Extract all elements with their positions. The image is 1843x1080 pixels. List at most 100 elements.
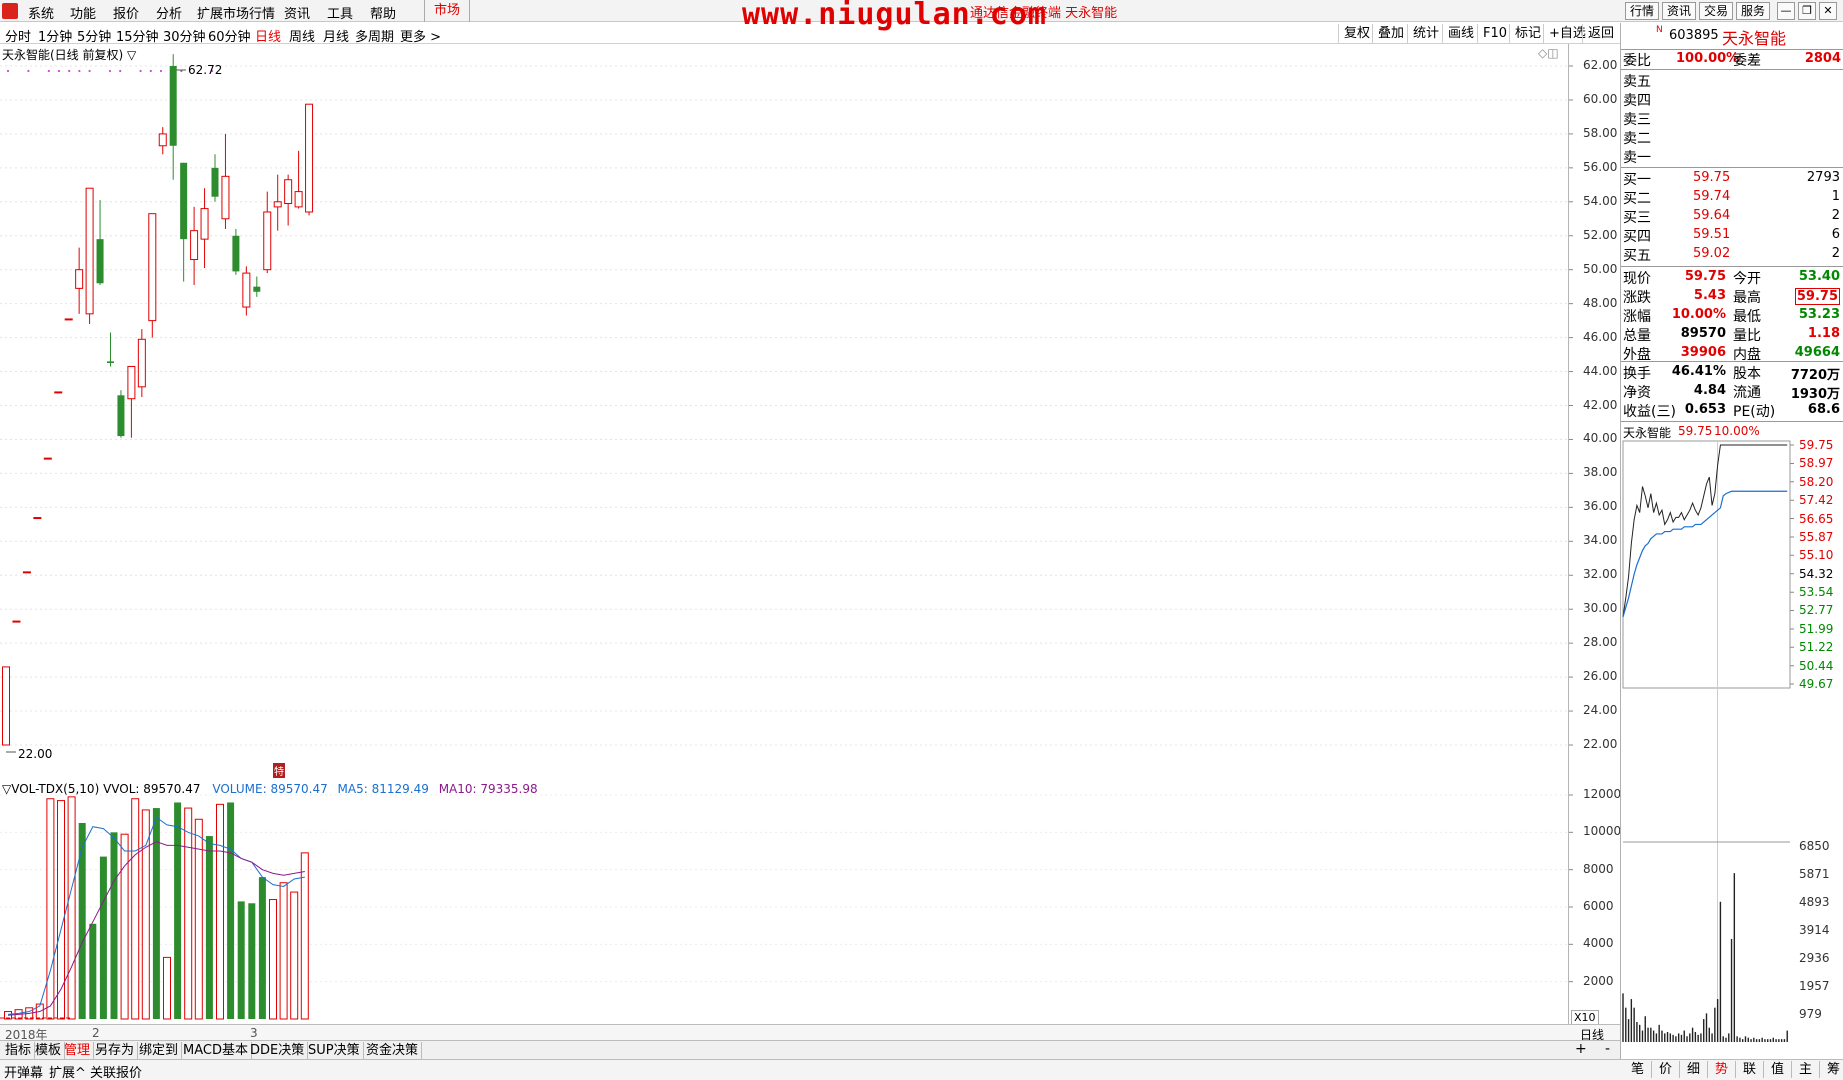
rtab-link[interactable]: 联 bbox=[1736, 1061, 1764, 1078]
candle-body bbox=[85, 187, 94, 315]
minimize-icon[interactable]: — bbox=[1777, 2, 1795, 20]
volume-bar bbox=[89, 923, 97, 1019]
bid-volume: 2793 bbox=[1806, 170, 1840, 185]
fund-value: 46.41% bbox=[1671, 364, 1726, 379]
price-axis-label: 60.00 bbox=[1583, 91, 1618, 106]
tab-capital[interactable]: 资金决策 bbox=[363, 1042, 423, 1059]
mini-change: 10.00% bbox=[1714, 424, 1760, 438]
candle-body bbox=[22, 571, 31, 574]
stat-label: 现价 bbox=[1623, 271, 1651, 287]
tab-sup[interactable]: SUP决策 bbox=[305, 1042, 364, 1059]
bid-price: 59.51 bbox=[1693, 227, 1731, 242]
rtab-main[interactable]: 主 bbox=[1792, 1061, 1820, 1078]
price-axis-label: 38.00 bbox=[1583, 465, 1618, 480]
ask-level-label: 卖五 bbox=[1623, 74, 1651, 90]
fund-label: 流通 bbox=[1733, 385, 1761, 401]
price-axis-label: 58.00 bbox=[1583, 125, 1618, 140]
mini-frame bbox=[1622, 440, 1791, 689]
volume-bar bbox=[131, 798, 140, 1020]
volume-bar bbox=[174, 802, 182, 1019]
mini-axis-label: 53.54 bbox=[1799, 585, 1834, 600]
ask-level-label: 卖四 bbox=[1623, 93, 1651, 109]
fund-value: 1930万 bbox=[1790, 387, 1840, 402]
rtab-value[interactable]: 值 bbox=[1764, 1061, 1792, 1078]
top-button-trade[interactable]: 交易 bbox=[1699, 2, 1734, 20]
volume-bar bbox=[46, 798, 55, 1020]
rtab-trend[interactable]: 势 bbox=[1708, 1061, 1736, 1078]
close-icon[interactable]: ✕ bbox=[1819, 2, 1837, 20]
stat-label: 最低 bbox=[1733, 309, 1761, 325]
mini-axis-label: 55.10 bbox=[1799, 548, 1834, 563]
marker-dot bbox=[47, 69, 50, 73]
tab-macd[interactable]: MACD基本 bbox=[180, 1042, 252, 1059]
rtab-detail[interactable]: 细 bbox=[1680, 1061, 1708, 1078]
rtab-price[interactable]: 价 bbox=[1652, 1061, 1680, 1078]
tab-indicator[interactable]: 指标 bbox=[2, 1042, 36, 1059]
weibi-label: 委比 bbox=[1623, 53, 1651, 69]
tab-manage[interactable]: 管理 bbox=[61, 1042, 95, 1059]
candle-body bbox=[211, 167, 219, 197]
marker-dot bbox=[139, 69, 142, 73]
mini-axis-label: 51.99 bbox=[1799, 621, 1834, 636]
volume-bar bbox=[120, 833, 129, 1020]
chart-canvas[interactable] bbox=[0, 0, 1620, 1024]
price-axis-label: 62.00 bbox=[1583, 58, 1618, 72]
stat-label: 今开 bbox=[1733, 271, 1761, 287]
remove-icon[interactable]: - bbox=[1605, 1041, 1610, 1057]
mini-vol-axis-label: 4893 bbox=[1799, 894, 1830, 909]
mini-vol-axis-label: 6850 bbox=[1799, 839, 1830, 853]
price-axis-label: 52.00 bbox=[1583, 227, 1618, 242]
bid-level-label: 买五 bbox=[1623, 248, 1651, 264]
bid-level-label: 买二 bbox=[1623, 191, 1651, 207]
volume-bar bbox=[227, 802, 235, 1019]
status-danmaku[interactable]: 开弹幕 bbox=[4, 1062, 43, 1080]
weicha-value: 2804 bbox=[1804, 51, 1841, 66]
mini-axis-label: 56.65 bbox=[1799, 511, 1834, 526]
fund-label: PE(动) bbox=[1733, 404, 1776, 420]
weicha-label: 委差 bbox=[1733, 53, 1761, 69]
top-button-service[interactable]: 服务 bbox=[1736, 2, 1771, 20]
weibi-value: 100.00% bbox=[1676, 51, 1740, 66]
rtab-tick[interactable]: 笔 bbox=[1624, 1061, 1652, 1078]
divider bbox=[1621, 361, 1843, 362]
marker-dot bbox=[88, 69, 91, 73]
tab-dde[interactable]: DDE决策 bbox=[247, 1042, 309, 1059]
add-icon[interactable]: + bbox=[1575, 1041, 1587, 1057]
top-button-news[interactable]: 资讯 bbox=[1662, 2, 1697, 20]
top-button-quote[interactable]: 行情 bbox=[1625, 2, 1660, 20]
volume-indicator-name[interactable]: ▽VOL-TDX(5,10) VVOL: 89570.47 bbox=[2, 782, 201, 796]
status-bar: 开弹幕 扩展^ 关联报价 bbox=[0, 1059, 1843, 1080]
ask-level-label: 卖二 bbox=[1623, 131, 1651, 147]
tab-bind[interactable]: 绑定到 bbox=[136, 1042, 183, 1059]
bid-volume: 6 bbox=[1831, 227, 1840, 242]
bid-level-label: 买三 bbox=[1623, 210, 1651, 226]
marker-dot bbox=[6, 69, 10, 73]
candle-body bbox=[12, 620, 21, 623]
tab-save-as[interactable]: 另存为 bbox=[92, 1042, 139, 1059]
status-extend[interactable]: 扩展^ bbox=[49, 1062, 86, 1080]
price-axis-label: 42.00 bbox=[1583, 397, 1618, 412]
volume-axis-label: 4000 bbox=[1583, 936, 1614, 951]
stat-label: 涨跌 bbox=[1623, 290, 1651, 306]
ma5-value: MA5: 81129.49 bbox=[337, 782, 429, 796]
mini-stock-name: 天永智能 bbox=[1623, 426, 1672, 440]
mini-axis-label: 50.44 bbox=[1799, 658, 1834, 673]
low-label: 22.00 bbox=[18, 747, 53, 761]
diamond-icon[interactable]: ◇◫ bbox=[1538, 46, 1559, 60]
restore-icon[interactable]: ❐ bbox=[1798, 2, 1816, 20]
candle-body bbox=[107, 361, 114, 364]
volume-bar bbox=[152, 808, 160, 1019]
candle-body bbox=[263, 211, 272, 271]
stat-value: 5.43 bbox=[1693, 288, 1726, 303]
volume-bar bbox=[216, 803, 224, 1020]
volume-bar bbox=[258, 877, 266, 1019]
volume-value: VOLUME: 89570.47 bbox=[212, 782, 328, 796]
candle-body bbox=[158, 133, 167, 147]
rtab-chips[interactable]: 筹 bbox=[1820, 1061, 1843, 1078]
price-axis-label: 54.00 bbox=[1583, 193, 1618, 208]
price-axis-label: 22.00 bbox=[1583, 737, 1618, 751]
status-linked-quote[interactable]: 关联报价 bbox=[90, 1062, 142, 1080]
volume-bar bbox=[67, 796, 76, 1020]
stat-value: 59.75 bbox=[1684, 269, 1726, 284]
candle-body bbox=[253, 286, 261, 292]
